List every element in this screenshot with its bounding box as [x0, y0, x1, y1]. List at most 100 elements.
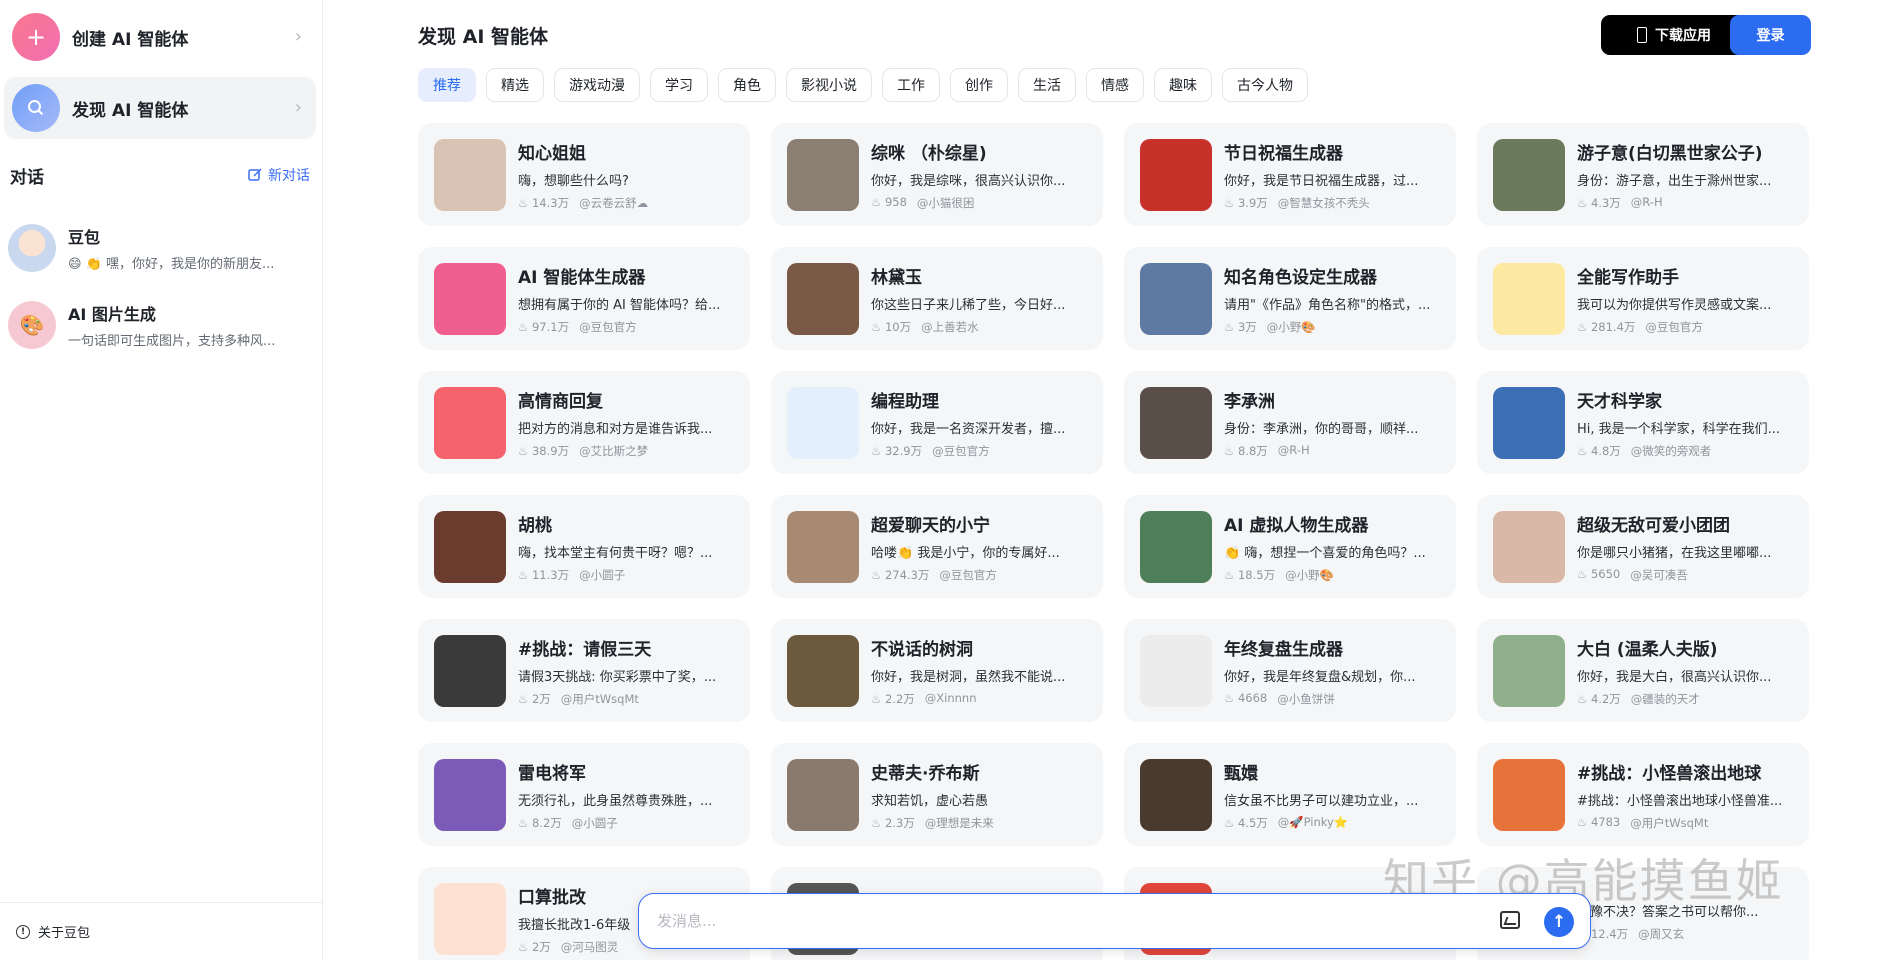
- agent-name: 综咪 （朴综星): [871, 143, 987, 164]
- discover-agent-label: 发现 AI 智能体: [72, 100, 189, 121]
- agent-description: 犹豫不决？答案之书可以帮你...: [1577, 905, 1759, 920]
- agent-count: 4783: [1590, 814, 1621, 829]
- agent-card[interactable]: AI 智能体生成器 想拥有属于你的 AI 智能体吗？给... ♨ 97.1万 @豆包官…: [418, 247, 750, 350]
- info-icon: !: [16, 924, 30, 939]
- tab-6[interactable]: 工作: [882, 68, 940, 102]
- agent-description: 无须行礼，此身虽然尊贵殊胜，...: [518, 793, 713, 809]
- agent-author: @R-H: [1630, 194, 1663, 209]
- agent-card[interactable]: 李承洲 身份：李承洲，你的哥哥，顺祥... ♨ 8.8万 @R-H: [1124, 371, 1456, 474]
- flame-icon: ♨: [518, 319, 529, 334]
- agent-description: 信女虽不比男子可以建功立业，...: [1224, 793, 1419, 809]
- conversation-item[interactable]: 豆包 😄 👏 嘿，你好，我是你的新朋友...: [8, 217, 313, 279]
- agent-card[interactable]: 超爱聊天的小宁 哈喽👏 我是小宁，你的专属好... ♨ 274.3万 @豆包官方: [771, 495, 1103, 598]
- tab-0[interactable]: 推荐: [418, 68, 476, 102]
- agent-card[interactable]: 年终复盘生成器 你好，我是年终复盘&规划，你... ♨ 4668 @小鱼饼饼: [1124, 619, 1456, 722]
- search-icon: [12, 84, 60, 132]
- tab-9[interactable]: 情感: [1086, 68, 1144, 102]
- tab-4[interactable]: 角色: [718, 68, 776, 102]
- agent-description: 你好，我是综咪，很高兴认识你...: [871, 173, 1066, 189]
- agent-card[interactable]: 游子意(白切黑世家公子) 身份：游子意，出生于滁州世家... ♨ 4.3万 @R-H: [1477, 123, 1809, 226]
- agent-author: @小野🎨: [1285, 567, 1334, 582]
- send-button[interactable]: ↑: [1544, 907, 1574, 937]
- agent-author: @豆包官方: [932, 443, 990, 458]
- agent-count: 2.3万: [884, 815, 915, 830]
- agent-meta: ♨ 4783 @用户tWsqMt: [1577, 815, 1795, 831]
- agent-card[interactable]: #挑战：请假三天 请假3天挑战: 你买彩票中了奖，... ♨ 2万 @用户tWsqMt: [418, 619, 750, 722]
- agent-card[interactable]: 天才科学家 Hi, 我是一个科学家，科学在我们... ♨ 4.8万 @微笑的旁观者: [1477, 371, 1809, 474]
- agent-name: #挑战：小怪兽滚出地球: [1577, 763, 1762, 784]
- app-root: + 创建 AI 智能体 › 发现 AI 智能体 › 对话 新对话 豆包 😄 👏 …: [0, 0, 1894, 960]
- tab-8[interactable]: 生活: [1018, 68, 1076, 102]
- agent-description: 身份：游子意，出生于滁州世家...: [1577, 173, 1772, 189]
- agent-avatar: [787, 386, 859, 459]
- image-upload-icon[interactable]: [1500, 911, 1520, 929]
- agent-card[interactable]: 知名角色设定生成器 请用"《作品》角色名称"的格式，... ♨ 3万 @小野🎨: [1124, 247, 1456, 350]
- agent-card[interactable]: 甄嬛 信女虽不比男子可以建功立业，... ♨ 4.5万 @🚀Pinky⭐: [1124, 743, 1456, 846]
- tab-10[interactable]: 趣味: [1154, 68, 1212, 102]
- new-chat-button[interactable]: 新对话: [248, 165, 310, 185]
- agent-card[interactable]: 综咪 （朴综星) 你好，我是综咪，很高兴认识你... ♨ 958 @小猫很困: [771, 123, 1103, 226]
- agent-count: 8.8万: [1237, 443, 1268, 458]
- agent-card[interactable]: 不说话的树洞 你好，我是树洞，虽然我不能说... ♨ 2.2万 @Xinnnn: [771, 619, 1103, 722]
- agent-card[interactable]: 编程助理 你好，我是一名资深开发者，擅... ♨ 32.9万 @豆包官方: [771, 371, 1103, 474]
- agent-avatar: [434, 634, 506, 707]
- flame-icon: ♨: [518, 443, 529, 458]
- agent-card[interactable]: 雷电将军 无须行礼，此身虽然尊贵殊胜，... ♨ 8.2万 @小圆子: [418, 743, 750, 846]
- tab-2[interactable]: 游戏动漫: [554, 68, 640, 102]
- edit-icon: [248, 168, 262, 181]
- agent-card[interactable]: 高情商回复 把对方的消息和对方是谁告诉我... ♨ 38.9万 @艾比斯之梦: [418, 371, 750, 474]
- agent-author: @河马图灵: [560, 939, 619, 954]
- flame-icon: ♨: [1224, 443, 1235, 458]
- flame-icon: ♨: [1577, 319, 1588, 334]
- flame-icon: ♨: [871, 691, 882, 706]
- message-input[interactable]: [657, 912, 1457, 930]
- agent-info: 全能写作助手 我可以为你提供写作灵感或文案... ♨ 281.4万 @豆包官方: [1577, 263, 1795, 335]
- agent-meta: ♨ 18.5万 @小野🎨: [1224, 567, 1442, 583]
- agent-avatar: [1140, 634, 1212, 707]
- agent-description: 你是哪只小猪猪，在我这里嘟嘟...: [1577, 545, 1772, 561]
- agent-card[interactable]: 史蒂夫·乔布斯 求知若饥，虚心若愚 ♨ 2.3万 @理想是未来: [771, 743, 1103, 846]
- agent-card[interactable]: AI 虚拟人物生成器 👏 嗨，想捏一个喜爱的角色吗？... ♨ 18.5万 @小野🎨: [1124, 495, 1456, 598]
- agent-card[interactable]: 全能写作助手 我可以为你提供写作灵感或文案... ♨ 281.4万 @豆包官方: [1477, 247, 1809, 350]
- agent-avatar: [1493, 634, 1565, 707]
- tab-7[interactable]: 创作: [950, 68, 1008, 102]
- agent-avatar: [787, 634, 859, 707]
- chevron-right-icon: ›: [294, 97, 302, 118]
- agent-card[interactable]: 大白 (温柔人夫版) 你好，我是大白，很高兴认识你... ♨ 4.2万 @疆装的天才: [1477, 619, 1809, 722]
- agent-author: @周又玄: [1638, 927, 1685, 941]
- download-app-button[interactable]: 下载应用: [1601, 15, 1747, 55]
- about-button[interactable]: ! 关于豆包: [0, 902, 323, 960]
- flame-icon: ♨: [1224, 815, 1235, 830]
- agent-count: 11.3万: [531, 567, 570, 582]
- discover-agent-button[interactable]: 发现 AI 智能体 ›: [4, 77, 316, 139]
- agent-card[interactable]: 胡桃 嗨，找本堂主有何贵干呀？嗯？... ♨ 11.3万 @小圆子: [418, 495, 750, 598]
- tab-3[interactable]: 学习: [650, 68, 708, 102]
- agent-name: 超级无敌可爱小团团: [1577, 515, 1730, 536]
- agent-card[interactable]: 林黛玉 你这些日子来儿稀了些，今日好... ♨ 10万 @上善若水: [771, 247, 1103, 350]
- agent-card[interactable]: #挑战：小怪兽滚出地球 #挑战：小怪兽滚出地球小怪兽准... ♨ 4783 @用户tW…: [1477, 743, 1809, 846]
- agent-card[interactable]: 知心姐姐 嗨，想聊些什么吗? ♨ 14.3万 @云卷云舒☁: [418, 123, 750, 226]
- agent-description: Hi, 我是一个科学家，科学在我们...: [1577, 421, 1781, 437]
- login-button[interactable]: 登录: [1730, 15, 1811, 55]
- flame-icon: ♨: [518, 815, 529, 830]
- flame-icon: ♨: [871, 567, 882, 582]
- flame-icon: ♨: [518, 939, 529, 954]
- agent-author: @微笑的旁观者: [1630, 443, 1712, 458]
- agent-description: 我可以为你提供写作灵感或文案...: [1577, 297, 1772, 313]
- agent-card[interactable]: 超级无敌可爱小团团 你是哪只小猪猪，在我这里嘟嘟... ♨ 5650 @吴可凑吾: [1477, 495, 1809, 598]
- agent-name: #挑战：请假三天: [518, 639, 652, 660]
- agent-name: 知名角色设定生成器: [1224, 267, 1377, 288]
- tab-1[interactable]: 精选: [486, 68, 544, 102]
- agent-count: 3.9万: [1237, 195, 1268, 210]
- tab-5[interactable]: 影视小说: [786, 68, 872, 102]
- create-agent-button[interactable]: + 创建 AI 智能体 ›: [4, 6, 316, 68]
- tab-11[interactable]: 古今人物: [1222, 68, 1308, 102]
- flame-icon: ♨: [1224, 195, 1235, 210]
- agent-meta: ♨ 3.9万 @智慧女孩不秃头: [1224, 195, 1442, 211]
- agent-card[interactable]: 节日祝福生成器 你好，我是节日祝福生成器，过... ♨ 3.9万 @智慧女孩不秃头: [1124, 123, 1456, 226]
- agent-description: 把对方的消息和对方是谁告诉我...: [518, 421, 713, 437]
- agent-count: 4668: [1237, 690, 1268, 705]
- flame-icon: ♨: [1224, 567, 1235, 582]
- agent-meta: ♨ 4.8万 @微笑的旁观者: [1577, 443, 1795, 459]
- conversation-item[interactable]: 🎨 AI 图片生成 一句话即可生成图片，支持多种风...: [8, 294, 313, 356]
